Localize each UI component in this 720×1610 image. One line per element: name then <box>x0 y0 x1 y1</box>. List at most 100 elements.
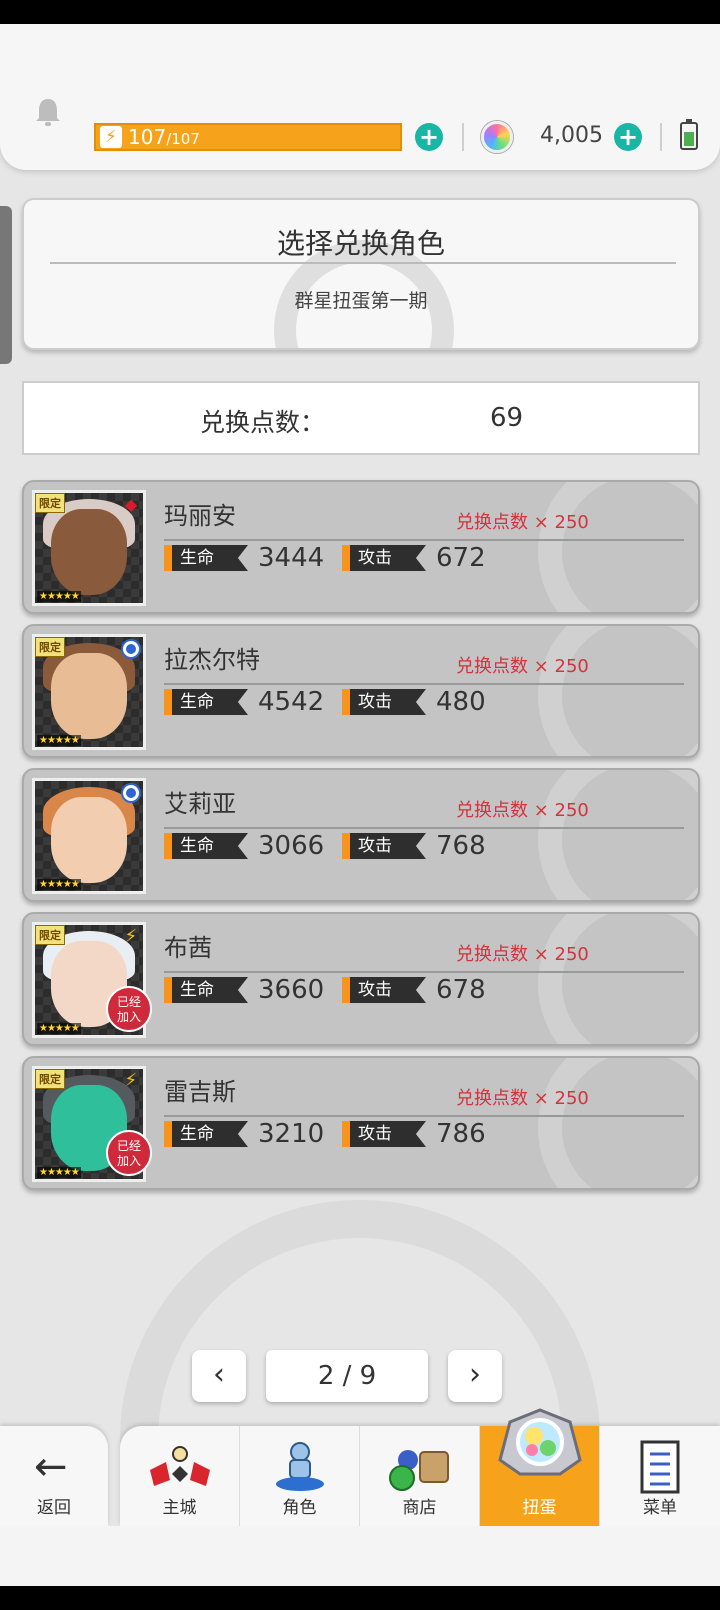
hp-value: 4542 <box>258 687 325 717</box>
attack-value: 768 <box>436 831 486 861</box>
shop-icon <box>388 1450 449 1491</box>
attack-stat: 攻击 768 <box>342 831 486 861</box>
side-drawer-handle[interactable] <box>0 206 12 364</box>
card-wheel-decoration <box>538 482 698 612</box>
hp-stat: 生命值 3444 <box>164 543 325 573</box>
character-card[interactable]: 限定 ★★★★★ ⚡ 已经 加入 雷吉斯 兑换点数 × 250 生命值 3210 攻击 786 <box>22 1056 700 1190</box>
attack-stat: 攻击 480 <box>342 687 486 717</box>
character-portrait: 限定 ★★★★★ <box>32 634 146 750</box>
exchange-cost: 兑换点数 × 250 <box>456 800 589 821</box>
divider <box>164 683 684 685</box>
character-name: 艾莉亚 <box>164 790 236 818</box>
character-portrait: 限定 ★★★★★ ◆ <box>32 490 146 606</box>
nav-label: 主城 <box>162 1498 197 1518</box>
rarity-stars: ★★★★★ <box>37 879 81 890</box>
lightning-icon: ⚡ <box>124 1070 138 1091</box>
points-value: 69 <box>490 403 524 433</box>
page-title: 选择兑换角色 <box>276 227 445 260</box>
hp-label: 生命值 <box>164 689 248 715</box>
exchange-cost: 兑换点数 × 250 <box>456 512 589 533</box>
nav-tabs: 主城 角色 商店 扭蛋 菜单 <box>120 1408 720 1526</box>
gacha-icon <box>497 1408 582 1476</box>
nav-item-gacha[interactable]: 扭蛋 <box>480 1408 600 1526</box>
divider <box>660 123 662 151</box>
blue-orb-icon <box>121 783 141 803</box>
nav-label: 扭蛋 <box>522 1498 557 1518</box>
character-name: 玛丽安 <box>164 502 236 530</box>
exchange-cost: 兑换点数 × 250 <box>456 1088 589 1109</box>
nav-label: 菜单 <box>643 1498 677 1518</box>
character-name: 雷吉斯 <box>164 1078 236 1106</box>
system-bottom-strip <box>0 1586 720 1610</box>
page-subtitle: 群星扭蛋第一期 <box>294 290 428 312</box>
hp-value: 3444 <box>258 543 325 573</box>
attack-value: 678 <box>436 975 486 1005</box>
lightning-icon: ⚡ <box>124 926 138 947</box>
limited-badge: 限定 <box>35 493 65 513</box>
bell-icon[interactable] <box>30 94 66 130</box>
add-stamina-button[interactable]: + <box>415 123 443 151</box>
nav-label: 角色 <box>282 1498 317 1518</box>
portrait-face <box>51 653 127 739</box>
hp-label: 生命值 <box>164 545 248 571</box>
previous-page-button[interactable]: ‹ <box>192 1350 246 1402</box>
nav-label: 商店 <box>402 1498 437 1518</box>
attack-value: 672 <box>436 543 486 573</box>
exchange-points-box: 兑换点数： 69 <box>22 381 700 455</box>
next-page-button[interactable]: › <box>448 1350 502 1402</box>
rarity-stars: ★★★★★ <box>37 1023 81 1034</box>
hp-label: 生命值 <box>164 1121 248 1147</box>
already-joined-badge: 已经 加入 <box>106 1130 152 1176</box>
nav-item-characters[interactable]: 角色 <box>240 1426 360 1526</box>
attack-stat: 攻击 786 <box>342 1119 486 1149</box>
title-card: 选择兑换角色 群星扭蛋第一期 <box>22 198 700 350</box>
hp-label: 生命值 <box>164 977 248 1003</box>
menu-icon <box>640 1440 680 1494</box>
divider <box>164 971 684 973</box>
card-wheel-decoration <box>538 770 698 900</box>
attack-label: 攻击 <box>342 833 426 859</box>
character-card[interactable]: ★★★★★ 艾莉亚 兑换点数 × 250 生命值 3066 攻击 768 <box>22 768 700 902</box>
divider <box>164 1115 684 1117</box>
hp-stat: 生命值 3660 <box>164 975 325 1005</box>
card-wheel-decoration <box>538 914 698 1044</box>
nav-item-main-city[interactable]: 主城 <box>120 1426 240 1526</box>
character-portrait: ★★★★★ <box>32 778 146 894</box>
portrait-face <box>51 797 127 883</box>
attack-value: 480 <box>436 687 486 717</box>
limited-badge: 限定 <box>35 1069 65 1089</box>
character-name: 拉杰尔特 <box>164 646 260 674</box>
attack-label: 攻击 <box>342 689 426 715</box>
exchange-cost: 兑换点数 × 250 <box>456 944 589 965</box>
add-gems-button[interactable]: + <box>614 123 642 151</box>
lightning-icon: ⚡ <box>100 126 122 148</box>
system-navigation-area <box>0 1526 720 1586</box>
bottom-navigation: ← 返回 主城 角色 商店 扭蛋 菜单 <box>0 1408 720 1526</box>
back-button[interactable]: ← 返回 <box>0 1426 108 1526</box>
system-status-strip <box>0 0 720 24</box>
rarity-stars: ★★★★★ <box>37 591 81 602</box>
character-card[interactable]: 限定 ★★★★★ ◆ 玛丽安 兑换点数 × 250 生命值 3444 攻击 672 <box>22 480 700 614</box>
character-card[interactable]: 限定 ★★★★★ ⚡ 已经 加入 布茜 兑换点数 × 250 生命值 3660 攻击 678 <box>22 912 700 1046</box>
card-wheel-decoration <box>538 1058 698 1188</box>
rarity-stars: ★★★★★ <box>37 1167 81 1178</box>
exchange-cost: 兑换点数 × 250 <box>456 656 589 677</box>
nav-item-menu[interactable]: 菜单 <box>600 1426 720 1526</box>
attack-stat: 攻击 678 <box>342 975 486 1005</box>
gem-icon <box>481 121 513 153</box>
stamina-bar: ⚡ 107/107 <box>94 123 402 151</box>
hp-value: 3066 <box>258 831 325 861</box>
points-label: 兑换点数： <box>200 408 326 437</box>
hp-label: 生命值 <box>164 833 248 859</box>
gem-count: 4,005 <box>540 123 603 148</box>
divider <box>164 827 684 829</box>
blue-orb-icon <box>121 639 141 659</box>
attack-stat: 攻击 672 <box>342 543 486 573</box>
character-icon <box>275 1442 324 1491</box>
battery-icon <box>680 119 698 150</box>
nav-item-shop[interactable]: 商店 <box>360 1426 480 1526</box>
attack-label: 攻击 <box>342 977 426 1003</box>
hp-value: 3660 <box>258 975 325 1005</box>
castle-icon <box>149 1446 210 1486</box>
character-card[interactable]: 限定 ★★★★★ 拉杰尔特 兑换点数 × 250 生命值 4542 攻击 480 <box>22 624 700 758</box>
